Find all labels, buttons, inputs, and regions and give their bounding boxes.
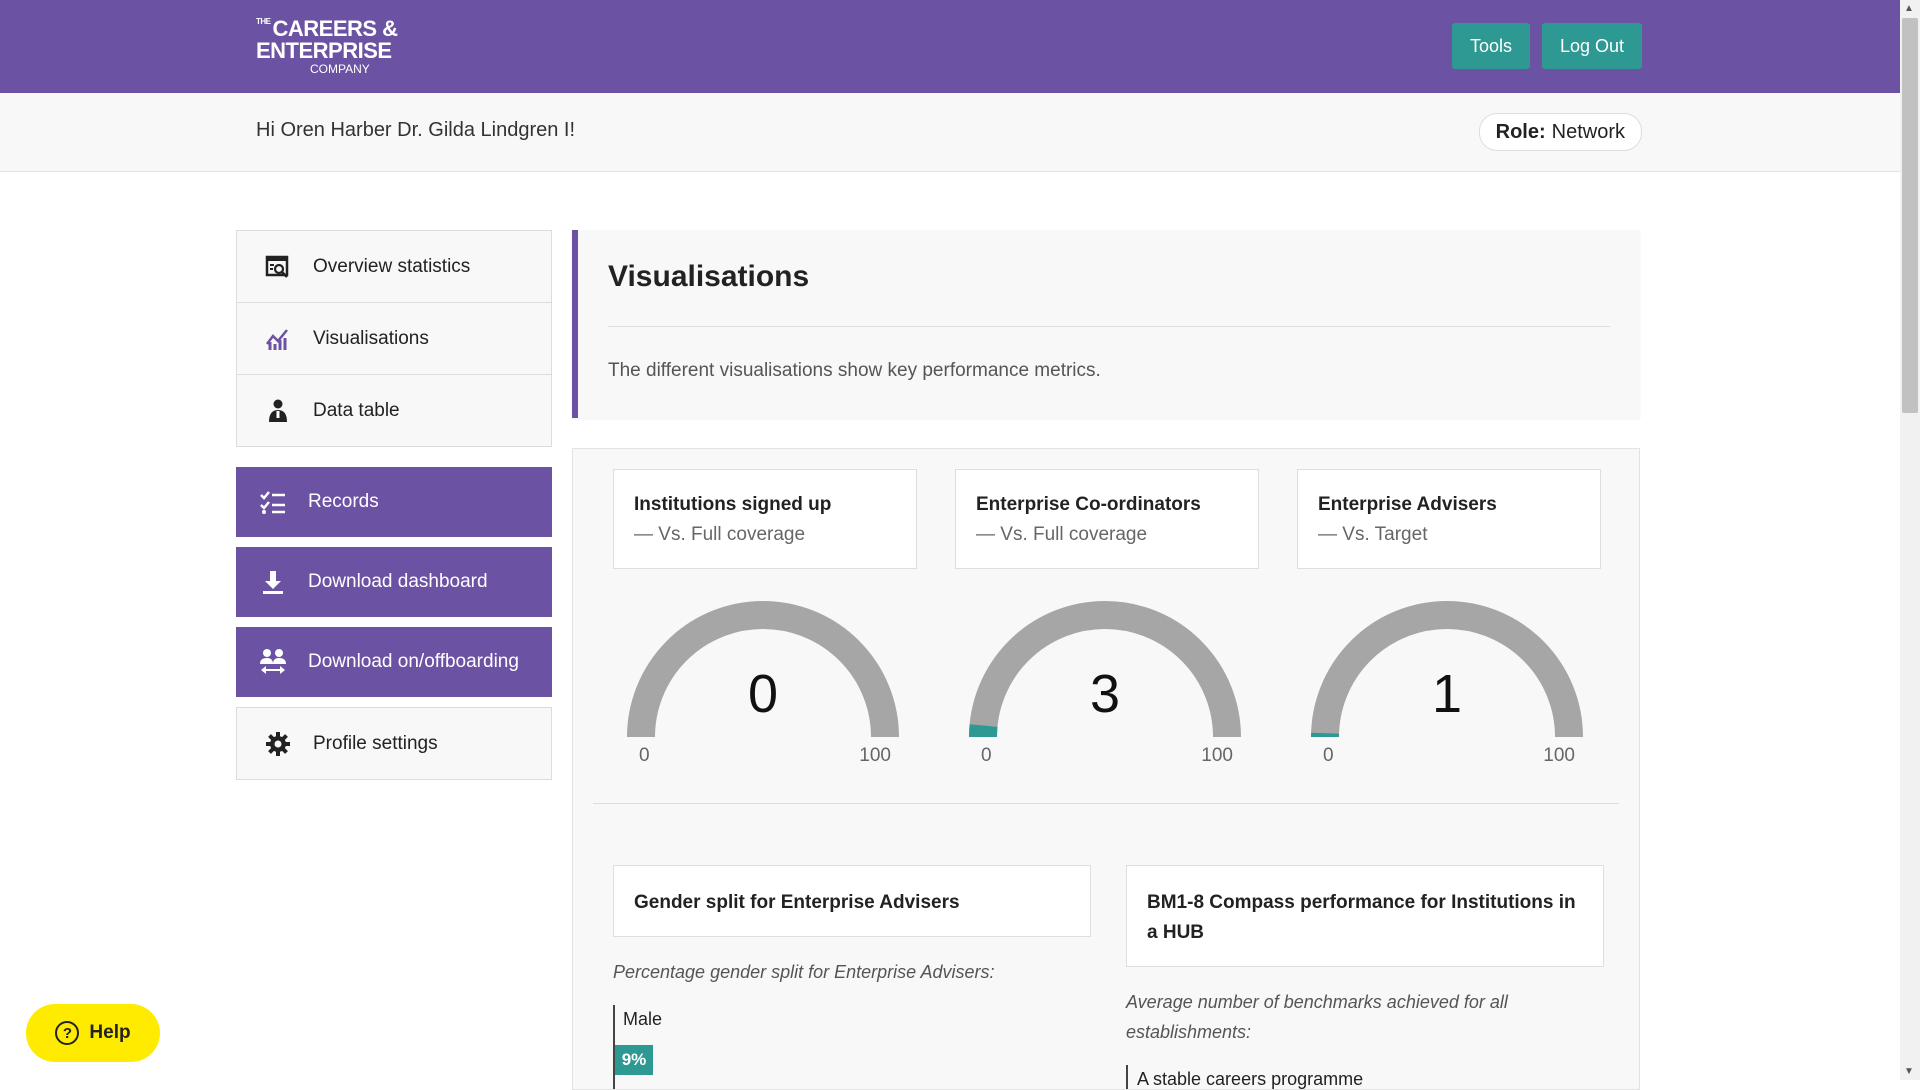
help-label: Help bbox=[89, 1022, 130, 1044]
kpi-card-coordinators: Enterprise Co-ordinators — Vs. Full cove… bbox=[955, 469, 1259, 569]
scroll-down-arrow[interactable]: ▼ bbox=[1904, 1066, 1914, 1077]
bar-male: 9% bbox=[615, 1045, 653, 1075]
download-icon bbox=[256, 567, 290, 597]
sub-header: Hi Oren Harber Dr. Gilda Lindgren I! Rol… bbox=[0, 93, 1900, 172]
sidebar-nav-group: Overview statistics Visualisations Data … bbox=[236, 230, 552, 447]
sidebar: Overview statistics Visualisations Data … bbox=[236, 230, 552, 780]
kpi-title: Enterprise Co-ordinators bbox=[976, 494, 1201, 516]
compass-description: Average number of benchmarks achieved fo… bbox=[1126, 987, 1602, 1047]
person-icon bbox=[261, 396, 295, 426]
gauge-value: 1 bbox=[1297, 663, 1597, 725]
compass-performance-card: BM1-8 Compass performance for Institutio… bbox=[1126, 865, 1604, 967]
download-dashboard-label: Download dashboard bbox=[308, 571, 488, 593]
role-badge: Role: Network bbox=[1479, 113, 1642, 151]
tools-button[interactable]: Tools bbox=[1452, 23, 1530, 69]
kpi-title: Enterprise Advisers bbox=[1318, 494, 1497, 516]
kpi-title: Institutions signed up bbox=[634, 494, 831, 516]
magnify-stats-icon bbox=[261, 252, 295, 282]
people-swap-icon bbox=[256, 647, 290, 677]
gauge-coordinators: 3 0 100 bbox=[955, 601, 1255, 781]
gauge-value: 0 bbox=[613, 663, 913, 725]
gauge-advisers: 1 0 100 bbox=[1297, 601, 1597, 781]
logo-line3: COMPANY bbox=[310, 63, 398, 75]
question-icon: ? bbox=[55, 1021, 79, 1045]
kpi-card-institutions: Institutions signed up — Vs. Full covera… bbox=[613, 469, 917, 569]
records-label: Records bbox=[308, 491, 379, 513]
visualisations-panel: Institutions signed up — Vs. Full covera… bbox=[572, 448, 1640, 1090]
logout-button[interactable]: Log Out bbox=[1542, 23, 1642, 69]
role-value: Network bbox=[1552, 121, 1625, 143]
scrollbar-thumb[interactable] bbox=[1902, 18, 1918, 413]
kpi-subtitle: — Vs. Full coverage bbox=[976, 524, 1147, 546]
download-onoffboarding-label: Download on/offboarding bbox=[308, 651, 519, 673]
card-title: Gender split for Enterprise Advisers bbox=[634, 888, 1070, 918]
sidebar-item-profile-settings[interactable]: Profile settings bbox=[237, 708, 551, 779]
intro-panel: Visualisations The different visualisati… bbox=[572, 230, 1640, 418]
compass-axis bbox=[1126, 1065, 1128, 1089]
gauge-min: 0 bbox=[981, 745, 992, 767]
panel-divider bbox=[593, 803, 1619, 804]
role-label: Role: bbox=[1496, 121, 1546, 143]
kpi-subtitle: — Vs. Full coverage bbox=[634, 524, 805, 546]
sidebar-item-label: Data table bbox=[313, 400, 400, 422]
scroll-up-arrow[interactable]: ▲ bbox=[1904, 3, 1914, 14]
help-button[interactable]: ? Help bbox=[26, 1004, 160, 1062]
sidebar-item-label: Visualisations bbox=[313, 328, 429, 350]
kpi-card-advisers: Enterprise Advisers — Vs. Target bbox=[1297, 469, 1601, 569]
gender-split-card: Gender split for Enterprise Advisers bbox=[613, 865, 1091, 937]
profile-group: Profile settings bbox=[236, 707, 552, 780]
gauge-max: 100 bbox=[1543, 745, 1575, 767]
sidebar-item-overview-statistics[interactable]: Overview statistics bbox=[237, 231, 551, 303]
records-button[interactable]: Records bbox=[236, 467, 552, 537]
bar-label: Male bbox=[623, 1009, 662, 1030]
gauge-max: 100 bbox=[859, 745, 891, 767]
page-title: Visualisations bbox=[608, 260, 809, 294]
top-bar: THECAREERS & ENTERPRISE COMPANY Tools Lo… bbox=[0, 0, 1900, 93]
download-dashboard-button[interactable]: Download dashboard bbox=[236, 547, 552, 617]
chart-icon bbox=[261, 324, 295, 354]
logo[interactable]: THECAREERS & ENTERPRISE COMPANY bbox=[256, 18, 398, 75]
gauge-min: 0 bbox=[639, 745, 650, 767]
page-description: The different visualisations show key pe… bbox=[608, 360, 1101, 382]
gauge-min: 0 bbox=[1323, 745, 1334, 767]
download-onoffboarding-button[interactable]: Download on/offboarding bbox=[236, 627, 552, 697]
sidebar-item-data-table[interactable]: Data table bbox=[237, 375, 551, 446]
checklist-icon bbox=[256, 487, 290, 517]
sidebar-item-label: Overview statistics bbox=[313, 256, 470, 278]
gauge-fill bbox=[983, 726, 984, 737]
sidebar-item-label: Profile settings bbox=[313, 733, 438, 755]
sidebar-item-visualisations[interactable]: Visualisations bbox=[237, 303, 551, 375]
gear-icon bbox=[261, 729, 295, 759]
main-content: Visualisations The different visualisati… bbox=[572, 230, 1640, 418]
gauge-max: 100 bbox=[1201, 745, 1233, 767]
logo-line2: ENTERPRISE bbox=[256, 40, 398, 62]
logo-prefix: THE bbox=[256, 17, 271, 26]
gauge-value: 3 bbox=[955, 663, 1255, 725]
greeting: Hi Oren Harber Dr. Gilda Lindgren I! bbox=[256, 119, 575, 142]
intro-divider bbox=[608, 326, 1610, 327]
gender-description: Percentage gender split for Enterprise A… bbox=[613, 957, 1089, 987]
gauge-institutions: 0 0 100 bbox=[613, 601, 913, 781]
card-title: BM1-8 Compass performance for Institutio… bbox=[1147, 888, 1583, 948]
kpi-subtitle: — Vs. Target bbox=[1318, 524, 1427, 546]
